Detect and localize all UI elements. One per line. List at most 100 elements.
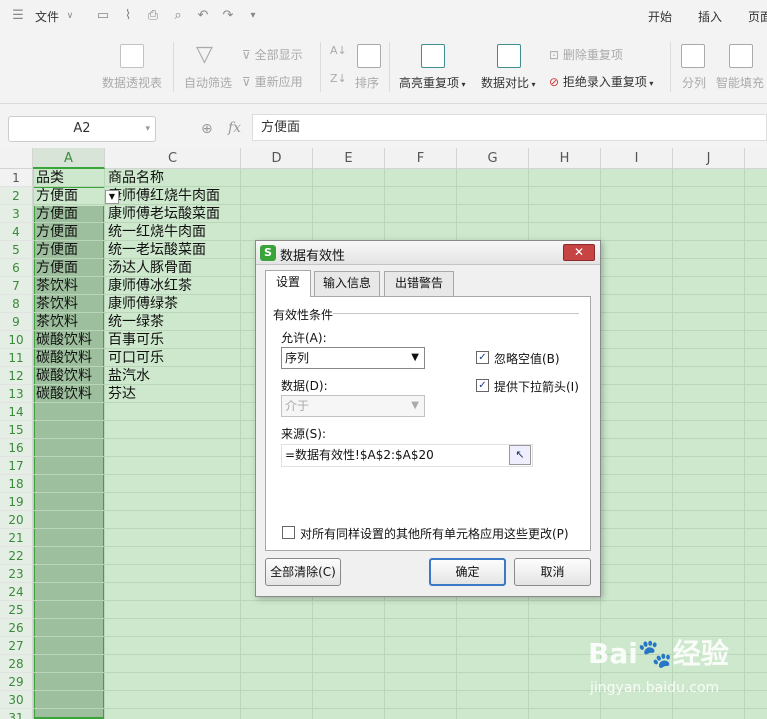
row-header[interactable]: 29 bbox=[0, 673, 33, 691]
chevron-down-icon[interactable]: ▾ bbox=[145, 117, 150, 141]
row-header[interactable]: 8 bbox=[0, 295, 33, 313]
row-header[interactable]: 2 bbox=[0, 187, 33, 205]
col-header-c[interactable]: C bbox=[105, 148, 241, 169]
cell-product-name[interactable]: 商品名称 bbox=[106, 169, 164, 187]
file-menu[interactable]: 文件 bbox=[35, 8, 59, 25]
cell-product-name[interactable]: 可口可乐 bbox=[106, 349, 164, 367]
formula-input[interactable]: 方便面 bbox=[252, 114, 767, 141]
row-header[interactable]: 17 bbox=[0, 457, 33, 475]
dialog-titlebar[interactable]: S 数据有效性 ✕ bbox=[256, 241, 600, 265]
cell-product-name[interactable]: 统一红烧牛肉面 bbox=[106, 223, 206, 241]
row-header[interactable]: 13 bbox=[0, 385, 33, 403]
col-header-f[interactable]: F bbox=[385, 148, 457, 169]
row-header[interactable]: 15 bbox=[0, 421, 33, 439]
save-icon[interactable]: ▭ bbox=[95, 8, 111, 24]
row-header[interactable]: 5 bbox=[0, 241, 33, 259]
row-header[interactable]: 10 bbox=[0, 331, 33, 349]
row-header[interactable]: 21 bbox=[0, 529, 33, 547]
source-input[interactable]: =数据有效性!$A$2:$A$20 bbox=[281, 444, 533, 467]
cell-product-name[interactable]: 康师傅老坛酸菜面 bbox=[106, 205, 220, 223]
row-header[interactable]: 18 bbox=[0, 475, 33, 493]
row-header[interactable]: 30 bbox=[0, 691, 33, 709]
tab-error-alert[interactable]: 出错警告 bbox=[384, 271, 454, 296]
cell-product-name[interactable]: 统一老坛酸菜面 bbox=[106, 241, 206, 259]
tab-settings[interactable]: 设置 bbox=[265, 270, 311, 297]
cell-product-name[interactable]: 康师傅绿茶 bbox=[106, 295, 178, 313]
row-header[interactable]: 25 bbox=[0, 601, 33, 619]
cell-category[interactable]: 方便面 bbox=[34, 205, 78, 223]
pivot-table-button[interactable]: 数据透视表 bbox=[102, 74, 162, 91]
select-all-corner[interactable] bbox=[0, 148, 33, 169]
dropdown-arrow-checkbox[interactable]: ✓ bbox=[476, 379, 489, 392]
sort-button[interactable]: 排序 bbox=[355, 74, 379, 91]
range-select-icon[interactable]: ↖ bbox=[509, 445, 531, 465]
close-icon[interactable]: ✕ bbox=[563, 244, 595, 261]
data-compare-button[interactable]: 数据对比 ▾ bbox=[481, 74, 536, 91]
cell-category[interactable]: 茶饮料 bbox=[34, 295, 78, 313]
row-header[interactable]: 14 bbox=[0, 403, 33, 421]
apply-all-label[interactable]: 对所有同样设置的其他所有单元格应用这些更改(P) bbox=[300, 525, 569, 542]
cell-category[interactable]: 茶饮料 bbox=[34, 313, 78, 331]
row-header[interactable]: 9 bbox=[0, 313, 33, 331]
customize-toolbar-icon[interactable]: ▾ bbox=[245, 8, 261, 24]
allow-select[interactable]: 序列 ▼ bbox=[281, 347, 425, 369]
row-header[interactable]: 1 bbox=[0, 169, 33, 187]
row-header[interactable]: 28 bbox=[0, 655, 33, 673]
apply-all-checkbox[interactable] bbox=[282, 526, 295, 539]
cell-product-name[interactable]: 汤达人豚骨面 bbox=[106, 259, 192, 277]
undo-icon[interactable]: ↶ bbox=[195, 8, 211, 24]
auto-filter-button[interactable]: 自动筛选 bbox=[184, 74, 232, 91]
show-all-button[interactable]: ⊽ 全部显示 bbox=[242, 46, 303, 63]
sort-asc-icon[interactable]: A↓ bbox=[330, 44, 347, 57]
cell-category[interactable]: 品类 bbox=[34, 169, 64, 187]
cell-product-name[interactable]: 百事可乐 bbox=[106, 331, 164, 349]
fx-icon[interactable]: fx bbox=[228, 120, 241, 136]
sort-desc-icon[interactable]: Z↓ bbox=[330, 72, 347, 85]
reapply-button[interactable]: ⊽ 重新应用 bbox=[242, 73, 303, 90]
col-header-k[interactable] bbox=[745, 148, 767, 169]
row-header[interactable]: 24 bbox=[0, 583, 33, 601]
tab-insert[interactable]: 插入 bbox=[698, 8, 722, 25]
row-header[interactable]: 6 bbox=[0, 259, 33, 277]
print-preview-icon[interactable]: ⌕ bbox=[170, 8, 186, 24]
row-header[interactable]: 22 bbox=[0, 547, 33, 565]
col-header-d[interactable]: D bbox=[241, 148, 313, 169]
tab-home[interactable]: 开始 bbox=[648, 8, 672, 25]
dropdown-arrow-icon[interactable]: ▼ bbox=[105, 190, 119, 204]
row-header[interactable]: 19 bbox=[0, 493, 33, 511]
col-header-a[interactable]: A bbox=[33, 148, 105, 169]
cell-product-name[interactable]: 康师傅冰红茶 bbox=[106, 277, 192, 295]
cell-category[interactable]: 碳酸饮料 bbox=[34, 331, 92, 349]
hamburger-menu-icon[interactable]: ☰ bbox=[10, 8, 26, 24]
col-header-i[interactable]: I bbox=[601, 148, 673, 169]
row-header[interactable]: 27 bbox=[0, 637, 33, 655]
row-header[interactable]: 7 bbox=[0, 277, 33, 295]
row-header[interactable]: 26 bbox=[0, 619, 33, 637]
ok-button[interactable]: 确定 bbox=[429, 558, 506, 586]
ignore-blank-label[interactable]: 忽略空值(B) bbox=[494, 350, 560, 367]
col-header-h[interactable]: H bbox=[529, 148, 601, 169]
cell-product-name[interactable]: 芬达 bbox=[106, 385, 136, 403]
cell-product-name[interactable]: 盐汽水 bbox=[106, 367, 150, 385]
cell-category[interactable]: 方便面 bbox=[34, 223, 78, 241]
format-painter-icon[interactable]: ⌇ bbox=[120, 8, 136, 24]
tab-page[interactable]: 页面 bbox=[748, 8, 767, 25]
row-header[interactable]: 3 bbox=[0, 205, 33, 223]
zoom-icon[interactable]: ⊕ bbox=[201, 121, 213, 137]
cell-category[interactable]: 方便面 bbox=[34, 187, 78, 205]
row-header[interactable]: 23 bbox=[0, 565, 33, 583]
reject-duplicates-button[interactable]: ⊘ 拒绝录入重复项 ▾ bbox=[549, 73, 653, 90]
clear-all-button[interactable]: 全部清除(C) bbox=[265, 558, 341, 586]
cell-product-name[interactable]: 统一绿茶 bbox=[106, 313, 164, 331]
row-header[interactable]: 31 bbox=[0, 709, 33, 719]
cell-category[interactable]: 方便面 bbox=[34, 241, 78, 259]
row-header[interactable]: 11 bbox=[0, 349, 33, 367]
dropdown-arrow-label[interactable]: 提供下拉箭头(I) bbox=[494, 378, 579, 395]
chevron-down-icon[interactable]: ∨ bbox=[62, 8, 78, 24]
row-header[interactable]: 4 bbox=[0, 223, 33, 241]
cell-category[interactable]: 碳酸饮料 bbox=[34, 385, 92, 403]
split-column-button[interactable]: 分列 bbox=[682, 74, 706, 91]
tab-input-message[interactable]: 输入信息 bbox=[314, 271, 380, 296]
ignore-blank-checkbox[interactable]: ✓ bbox=[476, 351, 489, 364]
row-header[interactable]: 16 bbox=[0, 439, 33, 457]
